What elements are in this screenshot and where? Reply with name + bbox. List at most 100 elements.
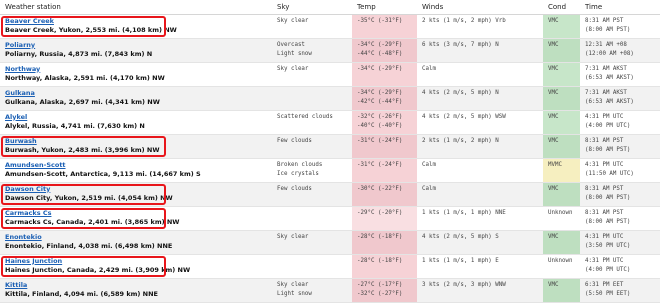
time-value: 4:31 PM UTC	[585, 233, 624, 240]
cond-value: MVMC	[548, 161, 562, 168]
sky-cell: Scattered clouds	[272, 110, 352, 135]
cond-cell: MVMC	[543, 158, 580, 183]
station-link[interactable]: Beaver Creek	[5, 15, 272, 26]
temp-cell: -29°C (-20°F)	[352, 206, 417, 231]
station-cell: Gulkana Gulkana, Alaska, 2,697 mi. (4,341…	[0, 86, 272, 111]
time-value: (11:50 AM UTC)	[585, 170, 634, 177]
station-cell: Alykel Alykel, Russia, 4,741 mi. (7,630 k…	[0, 110, 272, 135]
winds-value: 6 kts (3 m/s, 7 mph) N	[422, 41, 499, 48]
table-row: Beaver Creek Beaver Creek, Yukon, 2,553 m…	[0, 14, 660, 39]
temp-cell: -34°C (-29°F)	[352, 62, 417, 87]
temperature-value: -28°C (-18°F)	[357, 233, 403, 240]
table-row: Alykel Alykel, Russia, 4,741 mi. (7,630 k…	[0, 110, 660, 135]
time-value: (4:00 PM UTC)	[585, 122, 631, 129]
station-location: Kittila, Finland, 4,094 mi. (6,589 km) N…	[5, 289, 158, 298]
station-link[interactable]: Dawson City	[5, 183, 272, 194]
winds-cell: 4 kts (2 m/s, 5 mph) WSW	[417, 110, 543, 135]
table-row: Enontekio Enontekio, Finland, 4,038 mi. (…	[0, 230, 660, 255]
station-link[interactable]: Northway	[5, 63, 272, 74]
sky-cell: Overcast Light snow	[272, 38, 352, 63]
station-link[interactable]: Gulkana	[5, 87, 272, 98]
winds-cell: 4 kts (2 m/s, 5 mph) S	[417, 230, 543, 255]
station-link[interactable]: Poliarny	[5, 39, 272, 50]
time-value: 4:31 PM UTC	[585, 113, 624, 120]
station-location: Haines Junction, Canada, 2,429 mi. (3,90…	[5, 265, 191, 274]
header-station: Weather station	[0, 0, 272, 15]
sky-cell	[272, 86, 352, 111]
cond-cell: VMC	[543, 110, 580, 135]
temp-cell: -32°C (-26°F) -40°C (-40°F)	[352, 110, 417, 135]
temp-cell: -34°C (-29°F) -44°C (-48°F)	[352, 38, 417, 63]
winds-cell: Calm	[417, 158, 543, 183]
sky-condition: Light snow	[277, 50, 312, 57]
time-cell: 8:31 AM PST (8:00 AM PST)	[580, 134, 660, 159]
station-link[interactable]: Haines Junction	[5, 255, 272, 266]
station-link[interactable]: Burwash	[5, 135, 272, 146]
temperature-value: -29°C (-20°F)	[357, 209, 403, 216]
temperature-value: -32°C (-27°F)	[357, 290, 403, 297]
temperature-value: -31°C (-24°F)	[357, 137, 403, 144]
time-value: (8:00 AM PST)	[585, 146, 631, 153]
time-cell: 6:31 PM EET (5:50 PM EET)	[580, 278, 660, 303]
temp-cell: -35°C (-31°F)	[352, 14, 417, 39]
temperature-value: -30°C (-22°F)	[357, 185, 403, 192]
sky-condition: Few clouds	[277, 185, 312, 192]
station-cell: Poliarny Poliarny, Russia, 4,873 mi. (7,8…	[0, 38, 272, 63]
sky-cell: Sky clear	[272, 62, 352, 87]
cond-cell: Unknown	[543, 206, 580, 231]
temperature-value: -40°C (-40°F)	[357, 122, 403, 129]
cond-value: VMC	[548, 89, 559, 96]
winds-cell: 3 kts (2 m/s, 3 mph) WNW	[417, 278, 543, 303]
time-value: (8:00 AM PST)	[585, 26, 631, 33]
table-row: Gulkana Gulkana, Alaska, 2,697 mi. (4,341…	[0, 86, 660, 111]
station-link[interactable]: Carmacks Cs	[5, 207, 272, 218]
station-location: Enontekio, Finland, 4,038 mi. (6,498 km)…	[5, 241, 173, 250]
header-winds: Winds	[417, 0, 543, 15]
time-value: 8:31 AM PST	[585, 137, 624, 144]
weather-stations-table: Weather station Sky Temp Winds Cond Time…	[0, 0, 660, 303]
station-link[interactable]: Amundsen-Scott	[5, 159, 272, 170]
time-value: (8:00 AM PST)	[585, 218, 631, 225]
station-link[interactable]: Enontekio	[5, 231, 272, 242]
cond-value: VMC	[548, 185, 559, 192]
time-value: 4:31 PM UTC	[585, 257, 624, 264]
winds-cell: 4 kts (2 m/s, 5 mph) N	[417, 86, 543, 111]
winds-cell: 1 kts (1 m/s, 1 mph) E	[417, 254, 543, 279]
header-time: Time	[580, 0, 660, 15]
time-value: (6:53 AM AKST)	[585, 98, 634, 105]
table-body: Beaver Creek Beaver Creek, Yukon, 2,553 m…	[0, 14, 660, 303]
temperature-value: -32°C (-26°F)	[357, 113, 403, 120]
sky-condition: Broken clouds	[277, 161, 323, 168]
station-link[interactable]: Kittila	[5, 279, 272, 290]
sky-cell	[272, 254, 352, 279]
sky-condition: Sky clear	[277, 65, 309, 72]
time-value: 4:31 PM UTC	[585, 161, 624, 168]
cond-value: VMC	[548, 65, 559, 72]
temperature-value: -28°C (-18°F)	[357, 257, 403, 264]
winds-value: 2 kts (1 m/s, 2 mph) Vrb	[422, 17, 506, 24]
sky-condition: Overcast	[277, 41, 305, 48]
winds-value: 4 kts (2 m/s, 5 mph) WSW	[422, 113, 506, 120]
cond-cell: VMC	[543, 278, 580, 303]
station-cell: Burwash Burwash, Yukon, 2,483 mi. (3,996 …	[0, 134, 272, 159]
cond-cell: VMC	[543, 62, 580, 87]
station-location: Northway, Alaska, 2,591 mi. (4,170 km) N…	[5, 73, 165, 82]
sky-condition: Ice crystals	[277, 170, 319, 177]
table-row: Haines Junction Haines Junction, Canada, …	[0, 254, 660, 279]
time-value: 7:31 AM AKST	[585, 89, 627, 96]
time-cell: 8:31 AM PST (8:00 AM PST)	[580, 14, 660, 39]
sky-condition: Sky clear	[277, 233, 309, 240]
sky-cell: Sky clear	[272, 14, 352, 39]
station-link[interactable]: Alykel	[5, 111, 272, 122]
time-value: (8:00 AM PST)	[585, 194, 631, 201]
time-value: (3:50 PM UTC)	[585, 242, 631, 249]
table-row: Northway Northway, Alaska, 2,591 mi. (4,1…	[0, 62, 660, 87]
table-header-row: Weather station Sky Temp Winds Cond Time	[0, 0, 660, 15]
table-row: Burwash Burwash, Yukon, 2,483 mi. (3,996 …	[0, 134, 660, 159]
sky-cell: Broken clouds Ice crystals	[272, 158, 352, 183]
cond-value: Unknown	[548, 257, 573, 264]
time-value: 12:31 AM +08	[585, 41, 627, 48]
time-cell: 4:31 PM UTC (11:50 AM UTC)	[580, 158, 660, 183]
temperature-value: -34°C (-29°F)	[357, 89, 403, 96]
station-location: Alykel, Russia, 4,741 mi. (7,630 km) N	[5, 121, 145, 130]
